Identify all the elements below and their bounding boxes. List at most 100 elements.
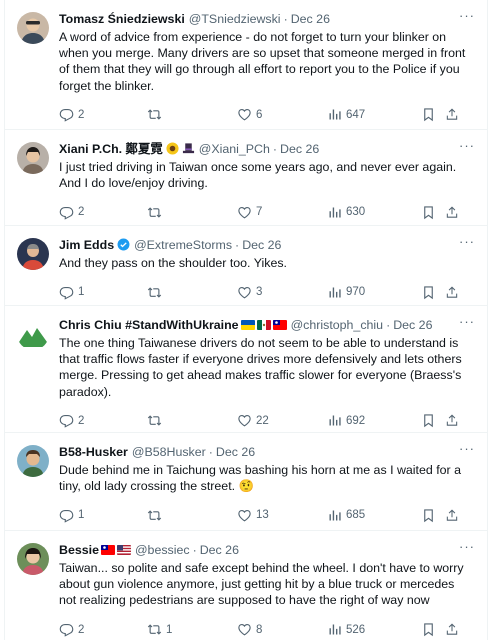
share-button[interactable] [445,508,463,523]
author-name[interactable]: Jim Edds [59,237,114,253]
taiwan-flag-icon [272,319,287,330]
views-button[interactable]: 647 [327,107,421,122]
like-button[interactable]: 7 [237,205,327,220]
tweet-date[interactable]: Dec 26 [200,542,239,558]
heart-icon [237,413,252,428]
view-count: 970 [346,286,366,299]
reply-icon [59,205,74,220]
retweet-button[interactable]: 1 [147,622,237,637]
reply-count: 1 [78,509,85,522]
more-options-icon[interactable]: ··· [459,235,475,249]
author-handle[interactable]: @Xiani_PCh [199,141,270,157]
author-handle[interactable]: @christoph_chiu [291,317,383,333]
views-button[interactable]: 970 [327,285,421,300]
bookmark-button[interactable] [421,622,445,637]
share-icon [445,508,459,523]
reply-button[interactable]: 2 [59,107,147,122]
tweet-date[interactable]: Dec 26 [280,141,319,157]
retweet-button[interactable] [147,107,237,122]
retweet-button[interactable] [147,285,237,300]
avatar[interactable] [17,238,49,270]
reply-button[interactable]: 1 [59,508,147,523]
avatar[interactable] [17,445,49,477]
share-button[interactable] [445,413,463,428]
like-button[interactable]: 13 [237,508,327,523]
author-name[interactable]: Tomasz Śniedziewski [59,11,185,27]
bookmark-button[interactable] [421,107,445,122]
tweet-date[interactable]: Dec 26 [216,444,255,460]
author-handle[interactable]: @B58Husker [132,444,206,460]
author-name[interactable]: B58-Husker [59,444,128,460]
retweet-button[interactable] [147,205,237,220]
like-button[interactable]: 22 [237,413,327,428]
share-icon [445,622,459,637]
author-name[interactable]: Bessie [59,542,99,558]
reply-button[interactable]: 2 [59,622,147,637]
tweet[interactable]: Tomasz Śniedziewski @TSniedziewski · Dec… [5,0,487,130]
author-name[interactable]: Chris Chiu #StandWithUkraine [59,317,239,333]
author-name[interactable]: Xiani P.Ch. 鄭夏霓 [59,141,163,157]
retweet-button[interactable] [147,413,237,428]
reply-button[interactable]: 2 [59,205,147,220]
view-count: 685 [346,509,366,522]
ukraine-flag-icon [240,319,255,330]
bookmark-button[interactable] [421,205,445,220]
more-options-icon[interactable]: ··· [459,442,475,456]
bookmark-icon [421,413,436,428]
mexico-flag-icon [256,319,271,330]
tweet[interactable]: B58-Husker @B58Husker · Dec 26 Dude behi… [5,433,487,531]
more-options-icon[interactable]: ··· [459,540,475,554]
tweet-date[interactable]: Dec 26 [242,237,281,253]
like-count: 6 [256,108,263,121]
tweet-date[interactable]: Dec 26 [393,317,432,333]
author-handle[interactable]: @TSniedziewski [189,11,281,27]
reply-count: 2 [78,108,85,121]
tweet[interactable]: Chris Chiu #StandWithUkraine @christoph_… [5,306,487,433]
avatar[interactable] [17,142,49,174]
views-button[interactable]: 630 [327,205,421,220]
share-button[interactable] [445,107,463,122]
share-button[interactable] [445,622,463,637]
tweet-date[interactable]: Dec 26 [291,11,330,27]
tweet[interactable]: Xiani P.Ch. 鄭夏霓 @Xiani_PCh · Dec 26 I ju… [5,130,487,226]
retweet-button[interactable] [147,508,237,523]
views-button[interactable]: 692 [327,413,421,428]
reply-button[interactable]: 2 [59,413,147,428]
views-button[interactable]: 685 [327,508,421,523]
tweet-text: And they pass on the shoulder too. Yikes… [59,256,287,270]
like-button[interactable]: 3 [237,285,327,300]
like-button[interactable]: 8 [237,622,327,637]
more-options-icon[interactable]: ··· [459,9,475,23]
tweet-actions: 1 13 685 [59,500,475,530]
tweet[interactable]: Jim Edds @ExtremeStorms · Dec 26 And the… [5,226,487,306]
tweet-actions: 2 22 692 [59,406,475,436]
like-button[interactable]: 6 [237,107,327,122]
avatar[interactable] [17,12,49,44]
heart-icon [237,285,252,300]
share-icon [445,205,459,220]
more-options-icon[interactable]: ··· [459,139,475,153]
avatar[interactable] [17,543,49,575]
tweet-actions: 2 1 8 526 [59,615,475,640]
bookmark-button[interactable] [421,413,445,428]
analytics-icon [327,508,342,523]
retweet-count: 1 [166,623,173,636]
share-icon [445,413,459,428]
author-handle[interactable]: @bessiec [135,542,190,558]
reply-count: 2 [78,206,85,219]
tweet-text: Dude behind me in Taichung was bashing h… [59,463,462,494]
reply-button[interactable]: 1 [59,285,147,300]
bookmark-button[interactable] [421,508,445,523]
top-hat-emoji-icon [182,143,194,154]
share-button[interactable] [445,285,463,300]
verified-badge-icon [117,238,130,251]
share-button[interactable] [445,205,463,220]
more-options-icon[interactable]: ··· [459,315,475,329]
bookmark-button[interactable] [421,285,445,300]
tweet[interactable]: Bessie @bessiec · Dec 26 Taiwan... so po… [5,531,487,640]
views-button[interactable]: 526 [327,622,421,637]
reply-icon [59,413,74,428]
author-handle[interactable]: @ExtremeStorms [134,237,232,253]
avatar[interactable] [17,318,49,350]
bookmark-icon [421,508,436,523]
